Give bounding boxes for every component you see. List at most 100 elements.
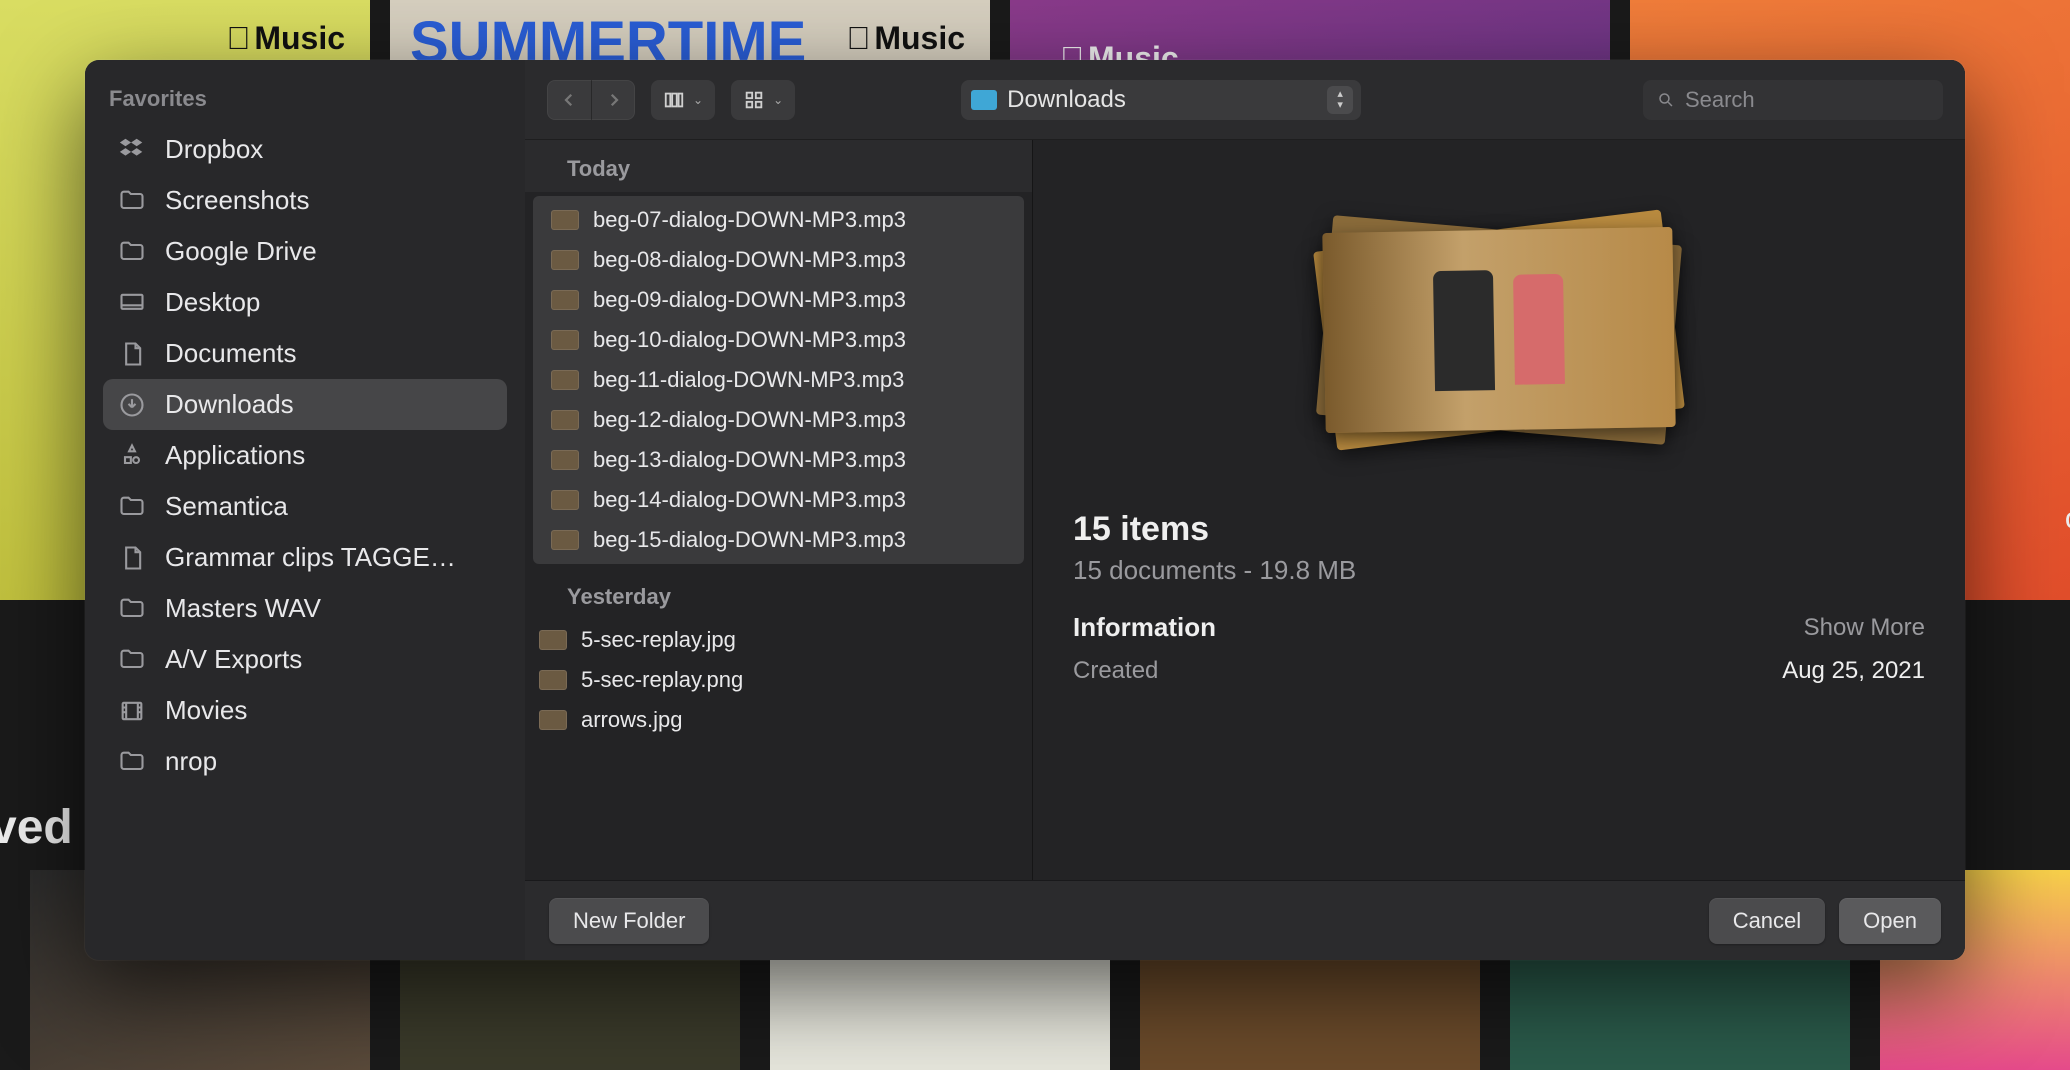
sidebar-item-label: nrop <box>165 746 217 777</box>
sidebar-item-label: Grammar clips TAGGE… <box>165 542 456 573</box>
group-heading-yesterday: Yesterday <box>525 568 1032 620</box>
file-name: arrows.jpg <box>581 707 682 733</box>
file-name: beg-10-dialog-DOWN-MP3.mp3 <box>593 327 906 353</box>
chevron-down-icon: ⌄ <box>693 93 703 107</box>
file-thumbnail-icon <box>551 330 579 350</box>
sidebar-item-desktop[interactable]: Desktop <box>103 277 507 328</box>
open-button[interactable]: Open <box>1839 898 1941 944</box>
sidebar-item-dropbox[interactable]: Dropbox <box>103 124 507 175</box>
back-button[interactable] <box>547 80 591 120</box>
stepper-icon: ▴▾ <box>1327 86 1353 114</box>
sidebar-item-label: Movies <box>165 695 247 726</box>
preview-pane: 15 items 15 documents - 19.8 MB Informat… <box>1033 140 1965 880</box>
sidebar-item-label: Applications <box>165 440 305 471</box>
sidebar-item-label: Dropbox <box>165 134 263 165</box>
location-popup[interactable]: Downloads ▴▾ <box>961 80 1361 120</box>
sidebar-item-av-exports[interactable]: A/V Exports <box>103 634 507 685</box>
file-row[interactable]: beg-15-dialog-DOWN-MP3.mp3 <box>537 520 1020 560</box>
information-heading: Information <box>1073 612 1216 643</box>
file-thumbnail-icon <box>551 450 579 470</box>
file-row[interactable]: beg-07-dialog-DOWN-MP3.mp3 <box>537 200 1020 240</box>
file-row[interactable]: 5-sec-replay.jpg <box>525 620 1032 660</box>
sidebar-item-label: Documents <box>165 338 297 369</box>
sidebar-item-semantica[interactable]: Semantica <box>103 481 507 532</box>
desktop-icon <box>117 288 147 318</box>
sidebar-item-label: A/V Exports <box>165 644 302 675</box>
sidebar-item-grammar-clips[interactable]: Grammar clips TAGGE… <box>103 532 507 583</box>
sidebar-item-documents[interactable]: Documents <box>103 328 507 379</box>
view-columns-button[interactable]: ⌄ <box>651 80 715 120</box>
location-label: Downloads <box>1007 86 1126 114</box>
sidebar-item-google-drive[interactable]: Google Drive <box>103 226 507 277</box>
apple-music-logo: Music <box>846 20 965 57</box>
new-folder-button[interactable]: New Folder <box>549 898 709 944</box>
file-row[interactable]: beg-11-dialog-DOWN-MP3.mp3 <box>537 360 1020 400</box>
file-row[interactable]: beg-12-dialog-DOWN-MP3.mp3 <box>537 400 1020 440</box>
file-name: beg-07-dialog-DOWN-MP3.mp3 <box>593 207 906 233</box>
sidebar-item-screenshots[interactable]: Screenshots <box>103 175 507 226</box>
file-list-column[interactable]: Today beg-07-dialog-DOWN-MP3.mp3 beg-08-… <box>525 140 1033 880</box>
sidebar-item-applications[interactable]: Applications <box>103 430 507 481</box>
group-by-button[interactable]: ⌄ <box>731 80 795 120</box>
file-thumbnail-icon <box>551 210 579 230</box>
file-thumbnail-icon <box>539 670 567 690</box>
folder-icon <box>117 186 147 216</box>
file-thumbnail-icon <box>551 290 579 310</box>
selection-summary: 15 documents - 19.8 MB <box>1073 555 1925 586</box>
file-row[interactable]: beg-13-dialog-DOWN-MP3.mp3 <box>537 440 1020 480</box>
sidebar-item-masters-wav[interactable]: Masters WAV <box>103 583 507 634</box>
file-row[interactable]: beg-08-dialog-DOWN-MP3.mp3 <box>537 240 1020 280</box>
folder-icon <box>117 594 147 624</box>
sidebar-item-nrop[interactable]: nrop <box>103 736 507 787</box>
file-name: 5-sec-replay.jpg <box>581 627 736 653</box>
file-name: 5-sec-replay.png <box>581 667 743 693</box>
download-icon <box>117 390 147 420</box>
sidebar-item-label: Screenshots <box>165 185 310 216</box>
folder-icon <box>117 747 147 777</box>
forward-button[interactable] <box>591 80 635 120</box>
group-heading-today: Today <box>525 140 1032 192</box>
nav-back-forward <box>547 80 635 120</box>
folder-icon <box>117 237 147 267</box>
album-caption: o Runs the nt anthem <box>2065 502 2070 570</box>
file-row[interactable]: beg-10-dialog-DOWN-MP3.mp3 <box>537 320 1020 360</box>
file-row[interactable]: beg-09-dialog-DOWN-MP3.mp3 <box>537 280 1020 320</box>
file-row[interactable]: arrows.jpg <box>525 700 1032 740</box>
file-name: beg-14-dialog-DOWN-MP3.mp3 <box>593 487 906 513</box>
doc-icon <box>117 339 147 369</box>
sidebar-item-movies[interactable]: Movies <box>103 685 507 736</box>
file-name: beg-13-dialog-DOWN-MP3.mp3 <box>593 447 906 473</box>
main-area: ⌄ ⌄ Downloads ▴▾ Today beg-07-dialog-DOW… <box>525 60 1965 960</box>
search-icon <box>1657 90 1675 110</box>
file-thumbnail-icon <box>539 630 567 650</box>
file-thumbnail-icon <box>551 250 579 270</box>
file-name: beg-15-dialog-DOWN-MP3.mp3 <box>593 527 906 553</box>
search-input[interactable] <box>1685 87 1929 113</box>
toolbar: ⌄ ⌄ Downloads ▴▾ <box>525 60 1965 140</box>
chevron-down-icon: ⌄ <box>773 93 783 107</box>
preview-thumbnail-stack <box>1073 170 1925 490</box>
dialog-footer: New Folder Cancel Open <box>525 880 1965 960</box>
content-area: Today beg-07-dialog-DOWN-MP3.mp3 beg-08-… <box>525 140 1965 880</box>
created-value: Aug 25, 2021 <box>1782 657 1925 685</box>
sidebar-item-downloads[interactable]: Downloads <box>103 379 507 430</box>
file-thumbnail-icon <box>551 530 579 550</box>
file-name: beg-09-dialog-DOWN-MP3.mp3 <box>593 287 906 313</box>
open-dialog: Favorites Dropbox Screenshots Google Dri… <box>85 60 1965 960</box>
apple-music-logo: Music <box>226 20 345 57</box>
folder-icon <box>117 492 147 522</box>
file-row[interactable]: beg-14-dialog-DOWN-MP3.mp3 <box>537 480 1020 520</box>
show-more-button[interactable]: Show More <box>1804 614 1925 642</box>
file-thumbnail-icon <box>551 490 579 510</box>
file-row[interactable]: 5-sec-replay.png <box>525 660 1032 700</box>
file-name: beg-12-dialog-DOWN-MP3.mp3 <box>593 407 906 433</box>
file-thumbnail-icon <box>539 710 567 730</box>
file-name: beg-08-dialog-DOWN-MP3.mp3 <box>593 247 906 273</box>
movies-icon <box>117 696 147 726</box>
sidebar-item-label: Downloads <box>165 389 294 420</box>
search-field[interactable] <box>1643 80 1943 120</box>
file-thumbnail-icon <box>551 410 579 430</box>
cancel-button[interactable]: Cancel <box>1709 898 1825 944</box>
sidebar-item-label: Semantica <box>165 491 288 522</box>
file-name: beg-11-dialog-DOWN-MP3.mp3 <box>593 367 904 393</box>
